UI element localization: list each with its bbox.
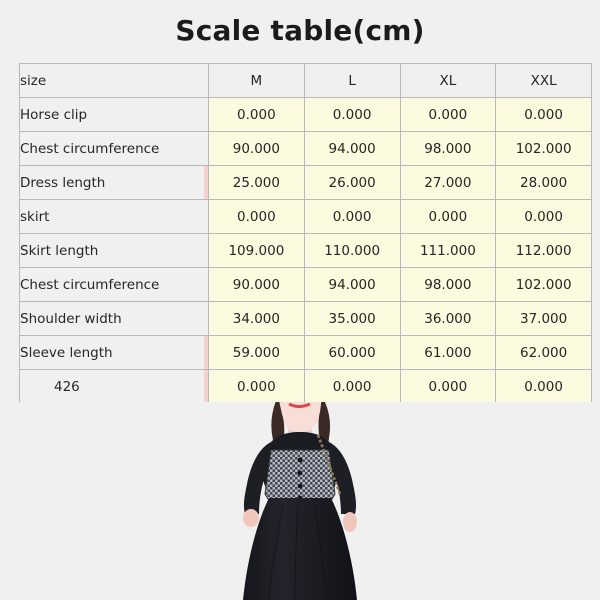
cell-m: 34.000 — [208, 301, 305, 336]
cell-m: 90.000 — [208, 267, 305, 302]
cell-xl: 0.000 — [399, 369, 497, 404]
row-label: Chest circumference — [19, 131, 209, 166]
hand-right — [343, 512, 357, 532]
table-row: Dress length 25.000 26.000 27.000 28.000 — [19, 165, 592, 200]
table-row: Chest circumference 90.000 94.000 98.000… — [19, 267, 592, 302]
table-row: Skirt length 109.000 110.000 111.000 112… — [19, 233, 592, 268]
column-header-xxl: XXL — [495, 63, 592, 98]
table-row: skirt 0.000 0.000 0.000 0.000 — [19, 199, 592, 234]
cell-xxl: 102.000 — [495, 131, 592, 166]
cell-l: 26.000 — [303, 165, 401, 200]
cell-xxl: 37.000 — [495, 301, 592, 336]
table-row: 426 0.000 0.000 0.000 0.000 — [19, 369, 592, 404]
dress-skirt — [243, 498, 357, 600]
cell-m: 59.000 — [208, 335, 305, 370]
cell-xxl: 0.000 — [495, 369, 592, 404]
cell-m: 0.000 — [208, 199, 305, 234]
cell-xl: 111.000 — [399, 233, 497, 268]
cell-xxl: 0.000 — [495, 199, 592, 234]
column-header-size: size — [19, 63, 209, 98]
table-row: Horse clip 0.000 0.000 0.000 0.000 — [19, 97, 592, 132]
cell-l: 94.000 — [303, 267, 401, 302]
page-title: Scale table(cm) — [175, 14, 425, 47]
cell-l: 110.000 — [303, 233, 401, 268]
product-photo — [0, 402, 600, 600]
cell-m: 25.000 — [208, 165, 305, 200]
scale-table-page: Scale table(cm) size M L XL XXL Horse cl… — [0, 0, 600, 600]
column-header-xl: XL — [399, 63, 497, 98]
row-label: Dress length — [19, 165, 209, 200]
size-chart-table-container: size M L XL XXL Horse clip 0.000 0.000 0… — [19, 63, 592, 404]
row-label: 426 — [19, 369, 209, 404]
row-label: Sleeve length — [19, 335, 209, 370]
table-row: Sleeve length 59.000 60.000 61.000 62.00… — [19, 335, 592, 370]
table-body: Horse clip 0.000 0.000 0.000 0.000 Chest… — [19, 97, 592, 404]
model-illustration — [243, 402, 357, 600]
cell-m: 90.000 — [208, 131, 305, 166]
cell-xl: 27.000 — [399, 165, 497, 200]
row-label: skirt — [19, 199, 209, 234]
cell-xxl: 112.000 — [495, 233, 592, 268]
cell-xl: 98.000 — [399, 267, 497, 302]
cell-m: 0.000 — [208, 369, 305, 404]
row-label: Skirt length — [19, 233, 209, 268]
cell-xl: 36.000 — [399, 301, 497, 336]
table-header: size M L XL XXL — [19, 63, 592, 98]
row-label: Horse clip — [19, 97, 209, 132]
table-header-row: size M L XL XXL — [19, 63, 592, 98]
size-chart-table: size M L XL XXL Horse clip 0.000 0.000 0… — [19, 63, 592, 404]
cell-l: 60.000 — [303, 335, 401, 370]
table-row: Shoulder width 34.000 35.000 36.000 37.0… — [19, 301, 592, 336]
cell-m: 109.000 — [208, 233, 305, 268]
table-row: Chest circumference 90.000 94.000 98.000… — [19, 131, 592, 166]
cell-xxl: 102.000 — [495, 267, 592, 302]
cell-xl: 61.000 — [399, 335, 497, 370]
hand-left — [243, 509, 259, 527]
cell-l: 94.000 — [303, 131, 401, 166]
column-header-m: M — [208, 63, 305, 98]
row-label: Chest circumference — [19, 267, 209, 302]
column-header-l: L — [303, 63, 401, 98]
cell-m: 0.000 — [208, 97, 305, 132]
cell-xl: 0.000 — [399, 97, 497, 132]
row-label: Shoulder width — [19, 301, 209, 336]
cell-xxl: 28.000 — [495, 165, 592, 200]
cell-xl: 98.000 — [399, 131, 497, 166]
cell-xxl: 62.000 — [495, 335, 592, 370]
cell-l: 0.000 — [303, 369, 401, 404]
cell-xl: 0.000 — [399, 199, 497, 234]
cell-l: 0.000 — [303, 97, 401, 132]
cell-l: 0.000 — [303, 199, 401, 234]
cell-l: 35.000 — [303, 301, 401, 336]
cell-xxl: 0.000 — [495, 97, 592, 132]
